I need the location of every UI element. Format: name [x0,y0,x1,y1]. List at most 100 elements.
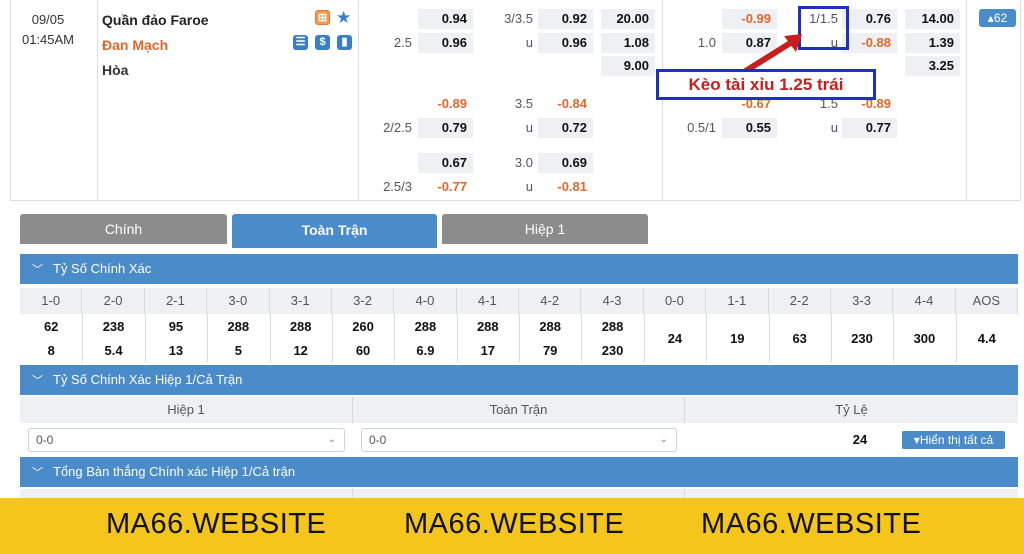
odd-cell[interactable]: -0.84 [538,94,593,114]
score-header: 2-1 [144,288,208,314]
score-odd[interactable]: 17 [457,343,519,358]
odd-cell[interactable]: -0.88 [842,33,897,53]
show-all-button[interactable]: ▾Hiển thị tất cả [902,431,1005,449]
line-label: u [830,120,838,135]
score-odd[interactable]: 6.9 [394,343,456,358]
score-odd[interactable]: 230 [581,343,643,358]
section-title: Tổng Bàn thắng Chính xác Hiệp 1/Cả trận [53,464,296,479]
divider [1020,0,1021,200]
chart-icon[interactable]: ▮ [337,35,352,50]
odd-cell[interactable]: 20.00 [601,9,655,29]
tab-fulltime[interactable]: Toàn Trận [232,214,437,248]
score-odd[interactable]: 24 [644,331,706,346]
score-odd[interactable]: 63 [769,331,831,346]
score-odd[interactable]: 288 [394,319,456,334]
count-badge-label: 62 [993,11,1008,25]
line-label: u [525,120,533,135]
line-label: u [525,179,533,194]
section-correct-score[interactable]: ﹀ Tỷ Số Chính Xác [20,254,1018,284]
show-all-label: Hiển thị tất cả [919,433,994,447]
score-header: 3-3 [830,288,894,314]
score-odd[interactable]: 288 [581,319,643,334]
score-header: 1-1 [706,288,769,314]
home-team[interactable]: Quần đảo Faroe [102,12,209,28]
score-header: 2-2 [768,288,831,314]
favorite-star-icon[interactable]: ★ [336,9,351,26]
odd-cell[interactable]: 0.69 [538,153,593,173]
odd-cell[interactable]: 0.96 [538,33,593,53]
section-title: Tỷ Số Chính Xác [53,261,152,276]
fulltime-score-select[interactable]: 0-0 ⌄ [361,428,677,452]
annotation-label: Kèo tài xỉu 1.25 trái [656,69,876,100]
lineup-icon[interactable]: ⊞ [315,10,330,25]
odd-cell[interactable]: 0.77 [842,118,897,138]
score-header: 3-1 [269,288,332,314]
score-odd[interactable]: 79 [519,343,581,358]
odd-cell[interactable]: 0.55 [722,118,777,138]
odd-cell[interactable]: 0.96 [418,33,473,53]
score-odd[interactable]: 260 [332,319,394,334]
odd-cell[interactable]: -0.99 [722,9,777,29]
chevron-down-icon: ⌄ [659,434,668,445]
score-odd[interactable]: 300 [893,331,955,346]
draw-label: Hòa [102,62,129,78]
score-header: 4-0 [394,288,457,314]
odd-cell[interactable]: 14.00 [905,9,960,29]
score-header: AOS [955,288,1018,314]
score-odd[interactable]: 4.4 [956,331,1018,346]
odd-cell[interactable]: 3.25 [905,56,960,76]
divider [358,0,359,200]
score-odd[interactable]: 8 [20,343,82,358]
odd-cell[interactable]: 0.72 [538,118,593,138]
watermark-banner: MA66.WEBSITE MA66.WEBSITE MA66.WEBSITE [0,498,1024,554]
score-header: 4-1 [456,288,519,314]
odd-cell[interactable]: 0.76 [842,9,897,29]
score-odd[interactable]: 13 [145,343,207,358]
score-header: 4-2 [519,288,582,314]
score-odd[interactable]: 5 [207,343,269,358]
score-header: 4-4 [893,288,956,314]
score-odd[interactable]: 288 [207,319,269,334]
chevron-down-icon: ﹀ [32,467,43,479]
odd-cell[interactable]: -0.81 [538,177,593,197]
section-title: Tỷ Số Chính Xác Hiệp 1/Cả Trận [53,372,243,387]
divider [662,0,663,200]
col-header-first-half: Hiệp 1 [20,397,353,423]
more-markets-button[interactable]: ▴62 [979,9,1016,27]
score-odd[interactable]: 60 [332,343,394,358]
dollar-icon[interactable]: $ [315,35,330,50]
stats-icon[interactable]: ☰ [293,35,308,50]
tab-main[interactable]: Chính [20,214,227,244]
tab-first-half[interactable]: Hiệp 1 [442,214,648,244]
odd-cell[interactable]: 0.92 [538,9,593,29]
line-label: 1.0 [697,35,716,50]
first-half-score-select[interactable]: 0-0 ⌄ [28,428,345,452]
select-value: 0-0 [36,433,54,447]
divider [97,0,98,200]
section-total-goals[interactable]: ﹀ Tổng Bàn thắng Chính xác Hiệp 1/Cả trận [20,457,1018,487]
odd-cell[interactable]: -0.89 [418,94,473,114]
odd-cell[interactable]: 1.08 [601,33,655,53]
score-odd[interactable]: 62 [20,319,82,334]
score-odd[interactable]: 95 [145,319,207,334]
odd-cell[interactable]: 9.00 [601,56,655,76]
odd-cell[interactable]: 0.79 [418,118,473,138]
watermark-text: MA66.WEBSITE [404,508,625,540]
section-htft-score[interactable]: ﹀ Tỷ Số Chính Xác Hiệp 1/Cả Trận [20,365,1018,395]
score-odd[interactable]: 288 [270,319,332,334]
odd-cell[interactable]: 0.67 [418,153,473,173]
score-odd[interactable]: 19 [706,331,768,346]
score-odd[interactable]: 238 [82,319,144,334]
score-odd[interactable]: 288 [457,319,519,334]
score-header: 0-0 [643,288,707,314]
score-header: 3-0 [207,288,270,314]
score-odd[interactable]: 230 [831,331,893,346]
away-team[interactable]: Đan Mạch [102,37,168,53]
score-odd[interactable]: 5.4 [82,343,144,358]
htft-rate: 24 [852,432,868,447]
odd-cell[interactable]: 1.39 [905,33,960,53]
score-odd[interactable]: 288 [519,319,581,334]
odd-cell[interactable]: 0.94 [418,9,473,29]
score-odd[interactable]: 12 [270,343,332,358]
odd-cell[interactable]: -0.77 [418,177,473,197]
